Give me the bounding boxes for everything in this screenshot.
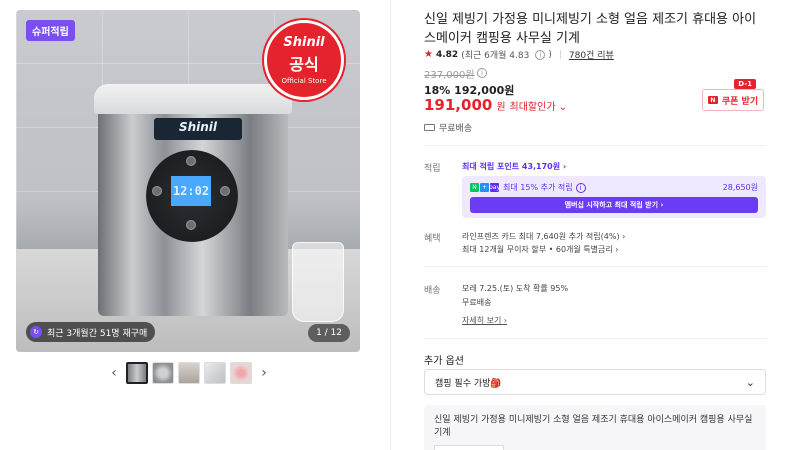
shipping-free-text: 무료배송	[439, 124, 473, 134]
final-price: 191,000	[424, 96, 493, 114]
column-divider	[390, 0, 391, 450]
divider	[424, 266, 766, 267]
membership-text: 최대 15% 추가 적립	[503, 183, 573, 192]
membership-row: N + pay 최대 15% 추가 적립 i 28,650원	[470, 182, 758, 193]
final-price-unit: 원	[496, 102, 506, 113]
coupon-deadline-badge: D-1	[734, 79, 756, 89]
panel-button	[186, 220, 196, 230]
benefit-installment-link[interactable]: 최대 12개월 무이자 할부 • 60개월 특별금리 ›	[462, 243, 625, 256]
membership-amount: 28,650원	[722, 183, 758, 192]
star-icon: ★	[424, 49, 433, 60]
thumbnail-strip: ‹ ›	[106, 362, 272, 384]
panel-button	[220, 186, 230, 196]
machine-logo: Shinil	[178, 120, 218, 134]
seal-sub-text: Official Store	[281, 77, 327, 85]
rating-detail: (최근 6개월 4.83	[461, 51, 530, 61]
info-icon[interactable]: i	[535, 49, 546, 60]
repurchase-badge: ↻ 최근 3개월간 51명 재구매	[26, 322, 156, 342]
final-price-line: 191,000 원 최대할인가 ⌄	[424, 96, 567, 114]
chevron-down-icon: ⌄	[745, 375, 755, 389]
thumbnail-next-arrow[interactable]: ›	[256, 365, 272, 381]
reviews-link[interactable]: 780건 리뷰	[569, 48, 614, 61]
thumbnail-4[interactable]	[204, 362, 226, 384]
delivery-body: 모레 7.25.(토) 도착 확률 95% 무료배송 자세히 보기 ›	[462, 282, 568, 328]
rating-row: ★ 4.82 (최근 6개월 4.83 i) | 780건 리뷰	[424, 48, 614, 61]
thumbnail-2[interactable]	[152, 362, 174, 384]
shipping-summary: 무료배송	[424, 121, 472, 134]
divider	[424, 145, 766, 146]
delivery-fee: 무료배송	[462, 298, 492, 307]
membership-box: N + pay 최대 15% 추가 적립 i 28,650원 멤버십 시작하고 최대…	[462, 176, 766, 218]
control-panel-display: 12:02	[171, 176, 211, 206]
seal-main-text: 공식	[289, 55, 319, 74]
info-icon[interactable]: i	[575, 182, 586, 193]
rating-detail-close: )	[548, 49, 552, 60]
panel-button	[186, 156, 196, 166]
delivery-detail-link[interactable]: 자세히 보기 ›	[462, 314, 568, 328]
points-body: 최대 적립 포인트 43,170원 ›	[462, 160, 566, 173]
coupon-label: 쿠폰 받기	[721, 96, 759, 107]
seal-brand: Shinil	[283, 35, 325, 50]
selected-option-name: 신일 제빙기 가정용 미니제빙기 소형 얼음 제조기 휴대용 아이스메이커 캠핑…	[434, 415, 753, 438]
super-points-badge: 슈퍼적립	[26, 20, 75, 41]
benefit-card-link[interactable]: 라인프렌즈 카드 최대 7,640원 추가 적립(4%) ›	[462, 230, 625, 243]
coupon-area: D-1 N 쿠폰 받기	[702, 79, 764, 111]
original-price-value: 237,000원	[424, 70, 475, 81]
delivery-label: 배송	[424, 286, 441, 296]
divider	[424, 338, 766, 339]
coupon-button[interactable]: N 쿠폰 받기	[702, 89, 764, 111]
benefit-label: 혜택	[424, 234, 441, 244]
thumbnail-1[interactable]	[126, 362, 148, 384]
points-label: 적립	[424, 164, 441, 174]
benefit-body: 라인프렌즈 카드 최대 7,640원 추가 적립(4%) › 최대 12개월 무…	[462, 230, 625, 256]
ice-maker-lid	[94, 84, 292, 114]
max-points-link[interactable]: 최대 적립 포인트 43,170원 ›	[462, 162, 566, 171]
product-title: 신일 제빙기 가정용 미니제빙기 소형 얼음 제조기 휴대용 아이스메이커 캠핑…	[424, 12, 757, 46]
delivery-eta: 모레 7.25.(토) 도착 확률 95%	[462, 284, 569, 293]
quantity-stepper[interactable]	[434, 445, 504, 450]
original-price: 237,000원	[424, 66, 475, 81]
extra-options-title: 추가 옵션	[424, 356, 464, 367]
product-main-image[interactable]: Shinil 12:02 슈퍼적립 Shinil 공식 Official Sto…	[16, 10, 360, 352]
thumbnail-5[interactable]	[230, 362, 252, 384]
image-pager: 1 / 12	[308, 324, 350, 342]
divider: |	[558, 49, 562, 60]
membership-start-button[interactable]: 멤버십 시작하고 최대 적립 받기 ›	[470, 197, 758, 213]
panel-button	[152, 186, 162, 196]
coupon-icon: N	[707, 96, 718, 104]
max-discount-toggle[interactable]: 최대할인가 ⌄	[510, 98, 568, 113]
selected-option-box: 신일 제빙기 가정용 미니제빙기 소형 얼음 제조기 휴대용 아이스메이커 캠핑…	[424, 405, 766, 450]
thumbnail-prev-arrow[interactable]: ‹	[106, 365, 122, 381]
extra-option-select[interactable]: 캠핑 필수 가방🎒 ⌄	[424, 369, 766, 395]
repurchase-text: 최근 3개월간 51명 재구매	[47, 328, 148, 339]
rating-score: 4.82	[435, 49, 459, 60]
thumbnail-3[interactable]	[178, 362, 200, 384]
ice-cup	[292, 242, 344, 322]
npay-icon: N + pay	[470, 183, 500, 192]
price-info-icon[interactable]: i	[477, 68, 487, 78]
repurchase-icon: ↻	[30, 326, 42, 338]
official-store-seal: Shinil 공식 Official Store	[264, 20, 344, 100]
truck-icon	[424, 124, 435, 131]
extra-option-value: 캠핑 필수 가방🎒	[435, 378, 502, 389]
